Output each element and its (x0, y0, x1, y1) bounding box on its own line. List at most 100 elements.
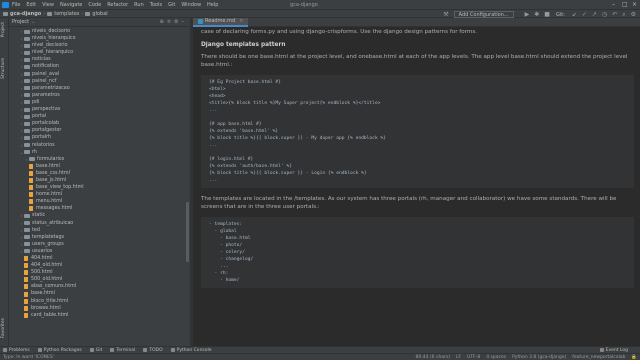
tool-todo[interactable]: TODO (143, 348, 163, 353)
tree-file-item[interactable]: menu.html (9, 198, 190, 205)
tree-scrollbar-thumb[interactable] (186, 202, 189, 262)
maximize-icon[interactable]: □ (622, 1, 628, 8)
tree-file-item[interactable]: 500_old.html (9, 276, 190, 283)
indent-setting[interactable]: 4 spaces (486, 355, 506, 360)
tree-file-item[interactable]: card_table.html (9, 312, 190, 319)
tool-python-packages[interactable]: Python Packages (37, 348, 82, 353)
tree-item-label: niveis_hierarquico (32, 36, 76, 42)
python-interpreter[interactable]: Python 3.8 (gca-django) (512, 355, 566, 360)
tree-folder-item[interactable]: › portal (9, 113, 190, 120)
breadcrumb-templates[interactable]: templates (54, 11, 79, 17)
collapse-all-icon[interactable]: ≑ (167, 19, 174, 25)
tree-file-item[interactable]: base_view_top.html (9, 184, 190, 191)
line-separator[interactable]: LF (456, 355, 461, 360)
tree-folder-item[interactable]: › noticias (9, 56, 190, 63)
history-icon[interactable]: ◷ (602, 11, 607, 18)
tree-folder-item[interactable]: › status_atribuicao (9, 220, 190, 227)
menu-edit[interactable]: Edit (26, 2, 36, 8)
rollback-icon[interactable]: ↶ (612, 11, 617, 18)
tree-folder-item[interactable]: › portalrh (9, 134, 190, 141)
add-configuration-button[interactable]: Add Configuration... (453, 11, 514, 18)
menu-navigate[interactable]: Navigate (60, 2, 82, 8)
tree-folder-item[interactable]: › portalcolab (9, 120, 190, 127)
tree-folder-item[interactable]: › portalgestor (9, 127, 190, 134)
tree-folder-item[interactable]: › painel_ncf (9, 78, 190, 85)
debug-icon[interactable]: ✱ (534, 11, 539, 18)
tree-folder-item[interactable]: › relatorios (9, 142, 190, 149)
tree-folder-item[interactable]: › users_groups (9, 241, 190, 248)
tree-file-item[interactable]: browse.html (9, 305, 190, 312)
tree-folder-item[interactable]: › notification (9, 63, 190, 70)
tree-file-item[interactable]: base.html (9, 163, 190, 170)
project-panel-title[interactable]: Project (12, 19, 29, 25)
tree-folder-item[interactable]: › niveis_hierarquico (9, 35, 190, 42)
chevron-down-icon[interactable]: ⌄ (31, 19, 35, 25)
tool-terminal[interactable]: Terminal (110, 348, 135, 353)
tree-folder-item[interactable]: › formularios (9, 156, 190, 163)
hide-panel-icon[interactable]: – (182, 19, 188, 25)
git-commit-icon[interactable]: ✓ (582, 11, 587, 18)
project-tool-tab[interactable]: Project (1, 22, 6, 37)
breadcrumb-global[interactable]: global (92, 11, 107, 17)
breadcrumb-project[interactable]: gca-django (10, 11, 41, 17)
git-update-icon[interactable]: ↙ (572, 11, 577, 18)
tree-file-item[interactable]: 404_old.html (9, 262, 190, 269)
file-encoding[interactable]: UTF-8 (467, 355, 480, 360)
tree-file-item[interactable]: 404.html (9, 255, 190, 262)
tool-git[interactable]: Git (89, 348, 102, 353)
tree-folder-item[interactable]: › usuarios (9, 248, 190, 255)
tree-folder-item[interactable]: › parametrizacao (9, 85, 190, 92)
status-message[interactable]: Typo: In word 'ICONES' (3, 355, 54, 360)
tree-folder-item[interactable]: ⌄ rh (9, 149, 190, 156)
minimize-icon[interactable]: – (612, 1, 615, 8)
hammer-build-icon[interactable]: ⚒ (443, 11, 448, 18)
tree-folder-item[interactable]: › nivel_decisorio (9, 42, 190, 49)
tree-folder-item[interactable]: › perspectiva (9, 106, 190, 113)
folder-icon (24, 128, 30, 133)
tool-python-console[interactable]: Python Console (170, 348, 212, 353)
tool-problems[interactable]: Problems (3, 348, 30, 353)
window-title: gca-django (290, 1, 318, 8)
menu-code[interactable]: Code (88, 2, 101, 8)
tree-file-item[interactable]: abas_comuns.html (9, 283, 190, 290)
menu-tools[interactable]: Tools (150, 2, 162, 8)
tree-file-item[interactable]: home.html (9, 191, 190, 198)
locate-icon[interactable]: ⊕ (160, 19, 167, 25)
tree-folder-item[interactable]: › pdi (9, 99, 190, 106)
tree-folder-item[interactable]: › ted (9, 227, 190, 234)
menu-refactor[interactable]: Refactor (107, 2, 128, 8)
run-icon[interactable]: ▶ (525, 11, 530, 18)
tree-file-item[interactable]: messages.html (9, 205, 190, 212)
close-tab-icon[interactable]: × (239, 18, 243, 24)
tree-folder-item[interactable]: › niveis_decisorio (9, 28, 190, 35)
tree-folder-item[interactable]: › static (9, 212, 190, 219)
menu-view[interactable]: View (42, 2, 54, 8)
tree-file-item[interactable]: 500.html (9, 269, 190, 276)
structure-tool-tab[interactable]: Structure (1, 58, 6, 79)
git-branch[interactable]: feature_newportalcolab (572, 355, 625, 360)
menu-file[interactable]: File (12, 2, 20, 8)
tree-file-item[interactable]: base_css.html (9, 170, 190, 177)
tab-readme[interactable]: Readme.md × (193, 17, 249, 27)
tree-file-item[interactable]: base.html (9, 290, 190, 297)
menu-window[interactable]: Window (181, 2, 201, 8)
favorites-tool-tab[interactable]: Favorites (1, 318, 6, 338)
tool-event-log[interactable]: Event Log (599, 348, 628, 353)
menu-git[interactable]: Git (168, 2, 175, 8)
tree-folder-item[interactable]: › parametros (9, 92, 190, 99)
tree-folder-item[interactable]: › nivel_hierarquico (9, 49, 190, 56)
panel-settings-icon[interactable]: ⚙ (174, 19, 181, 25)
settings-gear-icon[interactable]: ⚙ (631, 11, 636, 18)
git-push-icon[interactable]: ↗ (592, 11, 597, 18)
tree-file-item[interactable]: bloco_title.html (9, 298, 190, 305)
caret-position[interactable]: 86:44 (6 chars) (416, 355, 450, 360)
tree-file-item[interactable]: base_js.html (9, 177, 190, 184)
tree-folder-item[interactable]: › painel_aval (9, 71, 190, 78)
menu-help[interactable]: Help (207, 2, 218, 8)
close-window-icon[interactable]: × (632, 1, 637, 8)
stop-icon[interactable]: ■ (544, 11, 550, 18)
tree-folder-item[interactable]: › templatetags (9, 234, 190, 241)
left-tool-strip: Project Structure Favorites (0, 18, 9, 348)
lock-icon[interactable]: 🔒 (631, 355, 637, 360)
menu-run[interactable]: Run (134, 2, 144, 8)
